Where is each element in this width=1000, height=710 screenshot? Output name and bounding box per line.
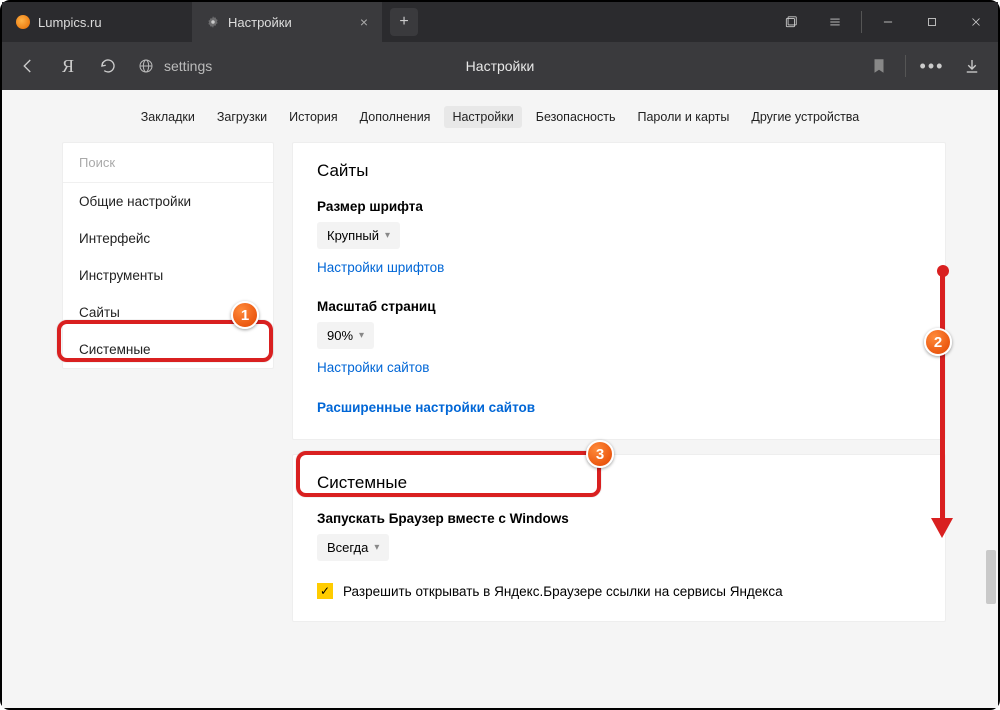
chevron-down-icon: ▾ xyxy=(374,542,379,553)
sidebar-item-sites[interactable]: Сайты xyxy=(63,294,273,331)
back-button[interactable] xyxy=(10,48,46,84)
advanced-site-settings-link[interactable]: Расширенные настройки сайтов xyxy=(317,400,535,415)
tab-lumpics[interactable]: Lumpics.ru xyxy=(2,2,192,42)
more-button[interactable]: ••• xyxy=(914,48,950,84)
bookmark-button[interactable] xyxy=(861,48,897,84)
page-title: Настройки xyxy=(466,58,535,74)
tab-label: Настройки xyxy=(228,15,352,30)
topnav-security[interactable]: Безопасность xyxy=(528,106,624,128)
main-column: Сайты Размер шрифта Крупный ▾ Настройки … xyxy=(292,142,946,622)
scroll-thumb[interactable] xyxy=(986,550,996,604)
panel-sites: Сайты Размер шрифта Крупный ▾ Настройки … xyxy=(292,142,946,440)
site-settings-link[interactable]: Настройки сайтов xyxy=(317,360,429,375)
menu-icon[interactable] xyxy=(813,2,857,42)
downloads-button[interactable] xyxy=(954,48,990,84)
topnav-history[interactable]: История xyxy=(281,106,345,128)
autostart-select[interactable]: Всегда ▾ xyxy=(317,534,389,561)
topnav-addons[interactable]: Дополнения xyxy=(352,106,439,128)
sidebar-item-interface[interactable]: Интерфейс xyxy=(63,220,273,257)
maximize-button[interactable] xyxy=(910,2,954,42)
panel-system: Системные Запускать Браузер вместе с Win… xyxy=(292,454,946,622)
content-area: Закладки Загрузки История Дополнения Нас… xyxy=(2,90,998,708)
sidebar-item-tools[interactable]: Инструменты xyxy=(63,257,273,294)
font-size-label: Размер шрифта xyxy=(317,199,921,214)
reload-button[interactable] xyxy=(90,48,126,84)
close-button[interactable] xyxy=(954,2,998,42)
collections-icon[interactable] xyxy=(769,2,813,42)
separator xyxy=(905,55,906,77)
font-size-select[interactable]: Крупный ▾ xyxy=(317,222,400,249)
separator xyxy=(861,11,862,33)
sidebar-item-system[interactable]: Системные xyxy=(63,331,273,368)
zoom-label: Масштаб страниц xyxy=(317,299,921,314)
topnav-devices[interactable]: Другие устройства xyxy=(743,106,867,128)
gear-icon xyxy=(206,15,220,29)
topnav-passwords[interactable]: Пароли и карты xyxy=(630,106,738,128)
new-tab-button[interactable]: + xyxy=(390,8,418,36)
globe-icon xyxy=(138,58,154,74)
favicon-lumpics xyxy=(16,15,30,29)
tab-label: Lumpics.ru xyxy=(38,15,178,30)
address-bar: Я settings Настройки ••• xyxy=(2,42,998,90)
checkbox-checked-icon[interactable]: ✓ xyxy=(317,583,333,599)
vertical-scrollbar[interactable] xyxy=(982,90,998,708)
close-icon[interactable]: × xyxy=(360,14,368,30)
panel-title: Системные xyxy=(317,473,921,493)
font-settings-link[interactable]: Настройки шрифтов xyxy=(317,260,444,275)
topnav-downloads[interactable]: Загрузки xyxy=(209,106,275,128)
sidebar-search[interactable]: Поиск xyxy=(63,143,273,183)
checkbox-label: Разрешить открывать в Яндекс.Браузере сс… xyxy=(343,584,783,599)
topnav-bookmarks[interactable]: Закладки xyxy=(133,106,203,128)
tab-settings[interactable]: Настройки × xyxy=(192,2,382,42)
chevron-down-icon: ▾ xyxy=(385,230,390,241)
sidebar-item-general[interactable]: Общие настройки xyxy=(63,183,273,220)
address-path: settings xyxy=(164,58,212,74)
window-titlebar: Lumpics.ru Настройки × + xyxy=(2,2,998,42)
settings-sidebar: Поиск Общие настройки Интерфейс Инструме… xyxy=(62,142,274,369)
minimize-button[interactable] xyxy=(866,2,910,42)
topnav-settings[interactable]: Настройки xyxy=(444,106,521,128)
autostart-label: Запускать Браузер вместе с Windows xyxy=(317,511,921,526)
chevron-down-icon: ▾ xyxy=(359,330,364,341)
panel-title: Сайты xyxy=(317,161,921,181)
yandex-links-checkbox-row[interactable]: ✓ Разрешить открывать в Яндекс.Браузере … xyxy=(317,583,921,599)
yandex-button[interactable]: Я xyxy=(50,48,86,84)
zoom-select[interactable]: 90% ▾ xyxy=(317,322,374,349)
settings-topnav: Закладки Загрузки История Дополнения Нас… xyxy=(2,90,998,142)
